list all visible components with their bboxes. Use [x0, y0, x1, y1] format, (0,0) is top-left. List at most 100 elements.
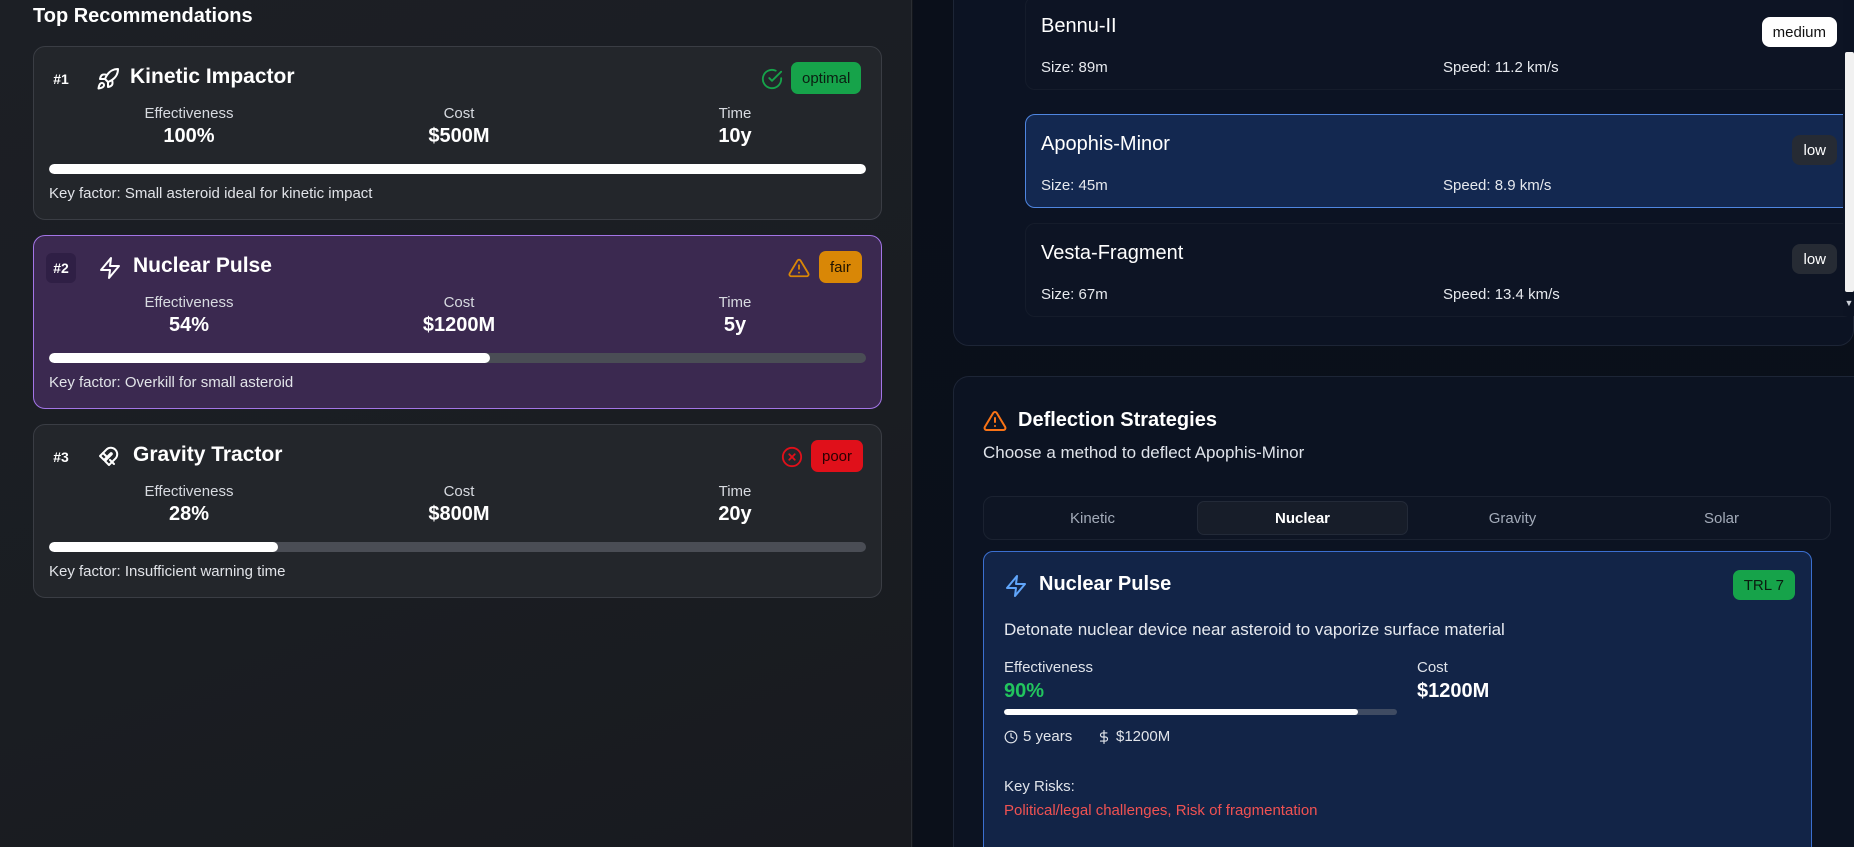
metric-value: 100% — [163, 125, 215, 147]
key-risks-label: Key Risks: — [1004, 778, 1075, 795]
method-name: Nuclear Pulse — [1039, 573, 1172, 595]
asteroid-item-selected[interactable]: Apophis-Minor low Size: 45m Speed: 8.9 k… — [1025, 114, 1853, 208]
lightning-icon — [1004, 574, 1028, 598]
scrollbar-thumb[interactable] — [1845, 52, 1854, 292]
metric-value: $1200M — [422, 314, 496, 336]
recommendation-card-2[interactable]: #2 Nuclear Pulse fair Effectiveness 54% … — [33, 235, 882, 409]
effectiveness-value: 90% — [1004, 680, 1045, 702]
metric-value: $500M — [428, 125, 490, 147]
method-name: Nuclear Pulse — [133, 254, 272, 277]
risk-badge: low — [1792, 135, 1837, 165]
method-name: Gravity Tractor — [133, 443, 283, 466]
x-circle-icon — [781, 446, 803, 468]
cost-metric: Cost $1200M — [389, 294, 529, 337]
asteroid-item[interactable]: Vesta-Fragment low Size: 67m Speed: 13.4… — [1025, 223, 1853, 317]
strategies-title: Deflection Strategies — [1018, 409, 1217, 431]
effectiveness-bar-fill — [49, 353, 491, 363]
cost-meta-text: $1200M — [1116, 728, 1171, 745]
recommendations-title: Top Recommendations — [33, 5, 253, 27]
risk-badge: medium — [1761, 17, 1837, 47]
recommendation-card-3[interactable]: #3 Gravity Tractor poor Effectiveness 28… — [33, 424, 882, 598]
recommendations-panel: Top Recommendations #1 Kinetic Impactor … — [0, 0, 912, 847]
duration-meta: 5 years — [1004, 728, 1072, 745]
effectiveness-metric: Effectiveness 100% — [119, 105, 259, 148]
metric-label: Effectiveness — [144, 483, 234, 500]
status-badge: fair — [819, 251, 862, 283]
key-factor: Key factor: Insufficient warning time — [49, 563, 286, 580]
cost-value: $1200M — [1417, 680, 1490, 702]
status-badge: poor — [811, 440, 864, 472]
cost-metric: Cost $800M — [389, 483, 529, 526]
lightning-icon — [98, 256, 122, 280]
asteroid-speed: Speed: 13.4 km/s — [1443, 286, 1560, 303]
asteroid-size: Size: 67m — [1041, 286, 1108, 303]
metric-label: Time — [718, 294, 752, 311]
asteroid-size: Size: 89m — [1041, 59, 1108, 76]
time-metric: Time 5y — [665, 294, 805, 337]
key-risks-text: Political/legal challenges, Risk of frag… — [1004, 802, 1318, 819]
rank-label: #3 — [53, 449, 69, 465]
key-factor: Key factor: Small asteroid ideal for kin… — [49, 185, 373, 202]
metric-value: 10y — [718, 125, 752, 147]
magnet-icon — [98, 445, 122, 469]
effectiveness-bar — [49, 164, 866, 174]
scroll-down-arrow-icon[interactable]: ▼ — [1844, 298, 1854, 308]
asteroid-item[interactable]: Bennu-II medium Size: 89m Speed: 11.2 km… — [1025, 0, 1853, 90]
asteroid-name: Apophis-Minor — [1041, 133, 1170, 155]
cost-meta: $1200M — [1097, 728, 1170, 745]
strategies-subtitle: Choose a method to deflect Apophis-Minor — [983, 443, 1305, 462]
scrollbar[interactable]: ▼ — [1843, 0, 1854, 316]
asteroid-size: Size: 45m — [1041, 177, 1108, 194]
key-factor: Key factor: Overkill for small asteroid — [49, 374, 294, 391]
metric-value: 54% — [168, 314, 210, 336]
cost-label: Cost — [1417, 659, 1448, 676]
effectiveness-bar — [1004, 709, 1397, 715]
rank-label: #2 — [46, 253, 76, 283]
metric-value: 5y — [723, 314, 747, 336]
asteroid-speed: Speed: 11.2 km/s — [1443, 59, 1559, 76]
asteroid-name: Vesta-Fragment — [1041, 242, 1184, 264]
metric-label: Time — [718, 483, 752, 500]
method-description: Detonate nuclear device near asteroid to… — [1004, 620, 1505, 639]
effectiveness-bar-fill — [1004, 709, 1358, 715]
time-metric: Time 20y — [665, 483, 805, 526]
metric-value: $800M — [428, 503, 490, 525]
method-name: Kinetic Impactor — [130, 65, 295, 88]
metric-label: Time — [718, 105, 752, 122]
duration-text: 5 years — [1023, 728, 1073, 745]
warning-triangle-icon — [788, 257, 810, 279]
metric-label: Effectiveness — [144, 294, 234, 311]
effectiveness-bar-fill — [49, 542, 278, 552]
tab-kinetic[interactable]: Kinetic — [988, 501, 1197, 535]
effectiveness-bar-fill — [49, 164, 866, 174]
rank-label: #1 — [53, 71, 69, 87]
metric-label: Cost — [443, 294, 475, 311]
asteroid-name: Bennu-II — [1041, 15, 1117, 37]
recommendation-card-1[interactable]: #1 Kinetic Impactor optimal Effectivenes… — [33, 46, 882, 220]
tab-solar[interactable]: Solar — [1617, 501, 1826, 535]
effectiveness-metric: Effectiveness 28% — [119, 483, 259, 526]
effectiveness-label: Effectiveness — [1004, 659, 1093, 676]
metric-value: 28% — [168, 503, 210, 525]
asteroid-speed: Speed: 8.9 km/s — [1443, 177, 1552, 194]
right-panel: Bennu-II medium Size: 89m Speed: 11.2 km… — [913, 0, 1854, 847]
time-metric: Time 10y — [665, 105, 805, 148]
check-circle-icon — [761, 68, 783, 90]
tab-gravity[interactable]: Gravity — [1408, 501, 1617, 535]
metric-label: Cost — [443, 483, 475, 500]
warning-triangle-icon — [983, 409, 1007, 433]
rocket-icon — [96, 67, 120, 91]
trl-badge: TRL 7 — [1732, 570, 1795, 600]
metric-label: Cost — [443, 105, 475, 122]
tab-nuclear[interactable]: Nuclear — [1197, 501, 1408, 535]
asteroid-list-panel: Bennu-II medium Size: 89m Speed: 11.2 km… — [953, 0, 1854, 346]
effectiveness-metric: Effectiveness 54% — [119, 294, 259, 337]
status-badge: optimal — [791, 62, 862, 94]
method-detail-card: Nuclear Pulse TRL 7 Detonate nuclear dev… — [983, 551, 1812, 847]
risk-badge: low — [1792, 244, 1837, 274]
clock-icon — [1004, 730, 1018, 743]
cost-metric: Cost $500M — [389, 105, 529, 148]
metric-label: Effectiveness — [144, 105, 234, 122]
metric-value: 20y — [718, 503, 752, 525]
effectiveness-bar — [49, 353, 866, 363]
